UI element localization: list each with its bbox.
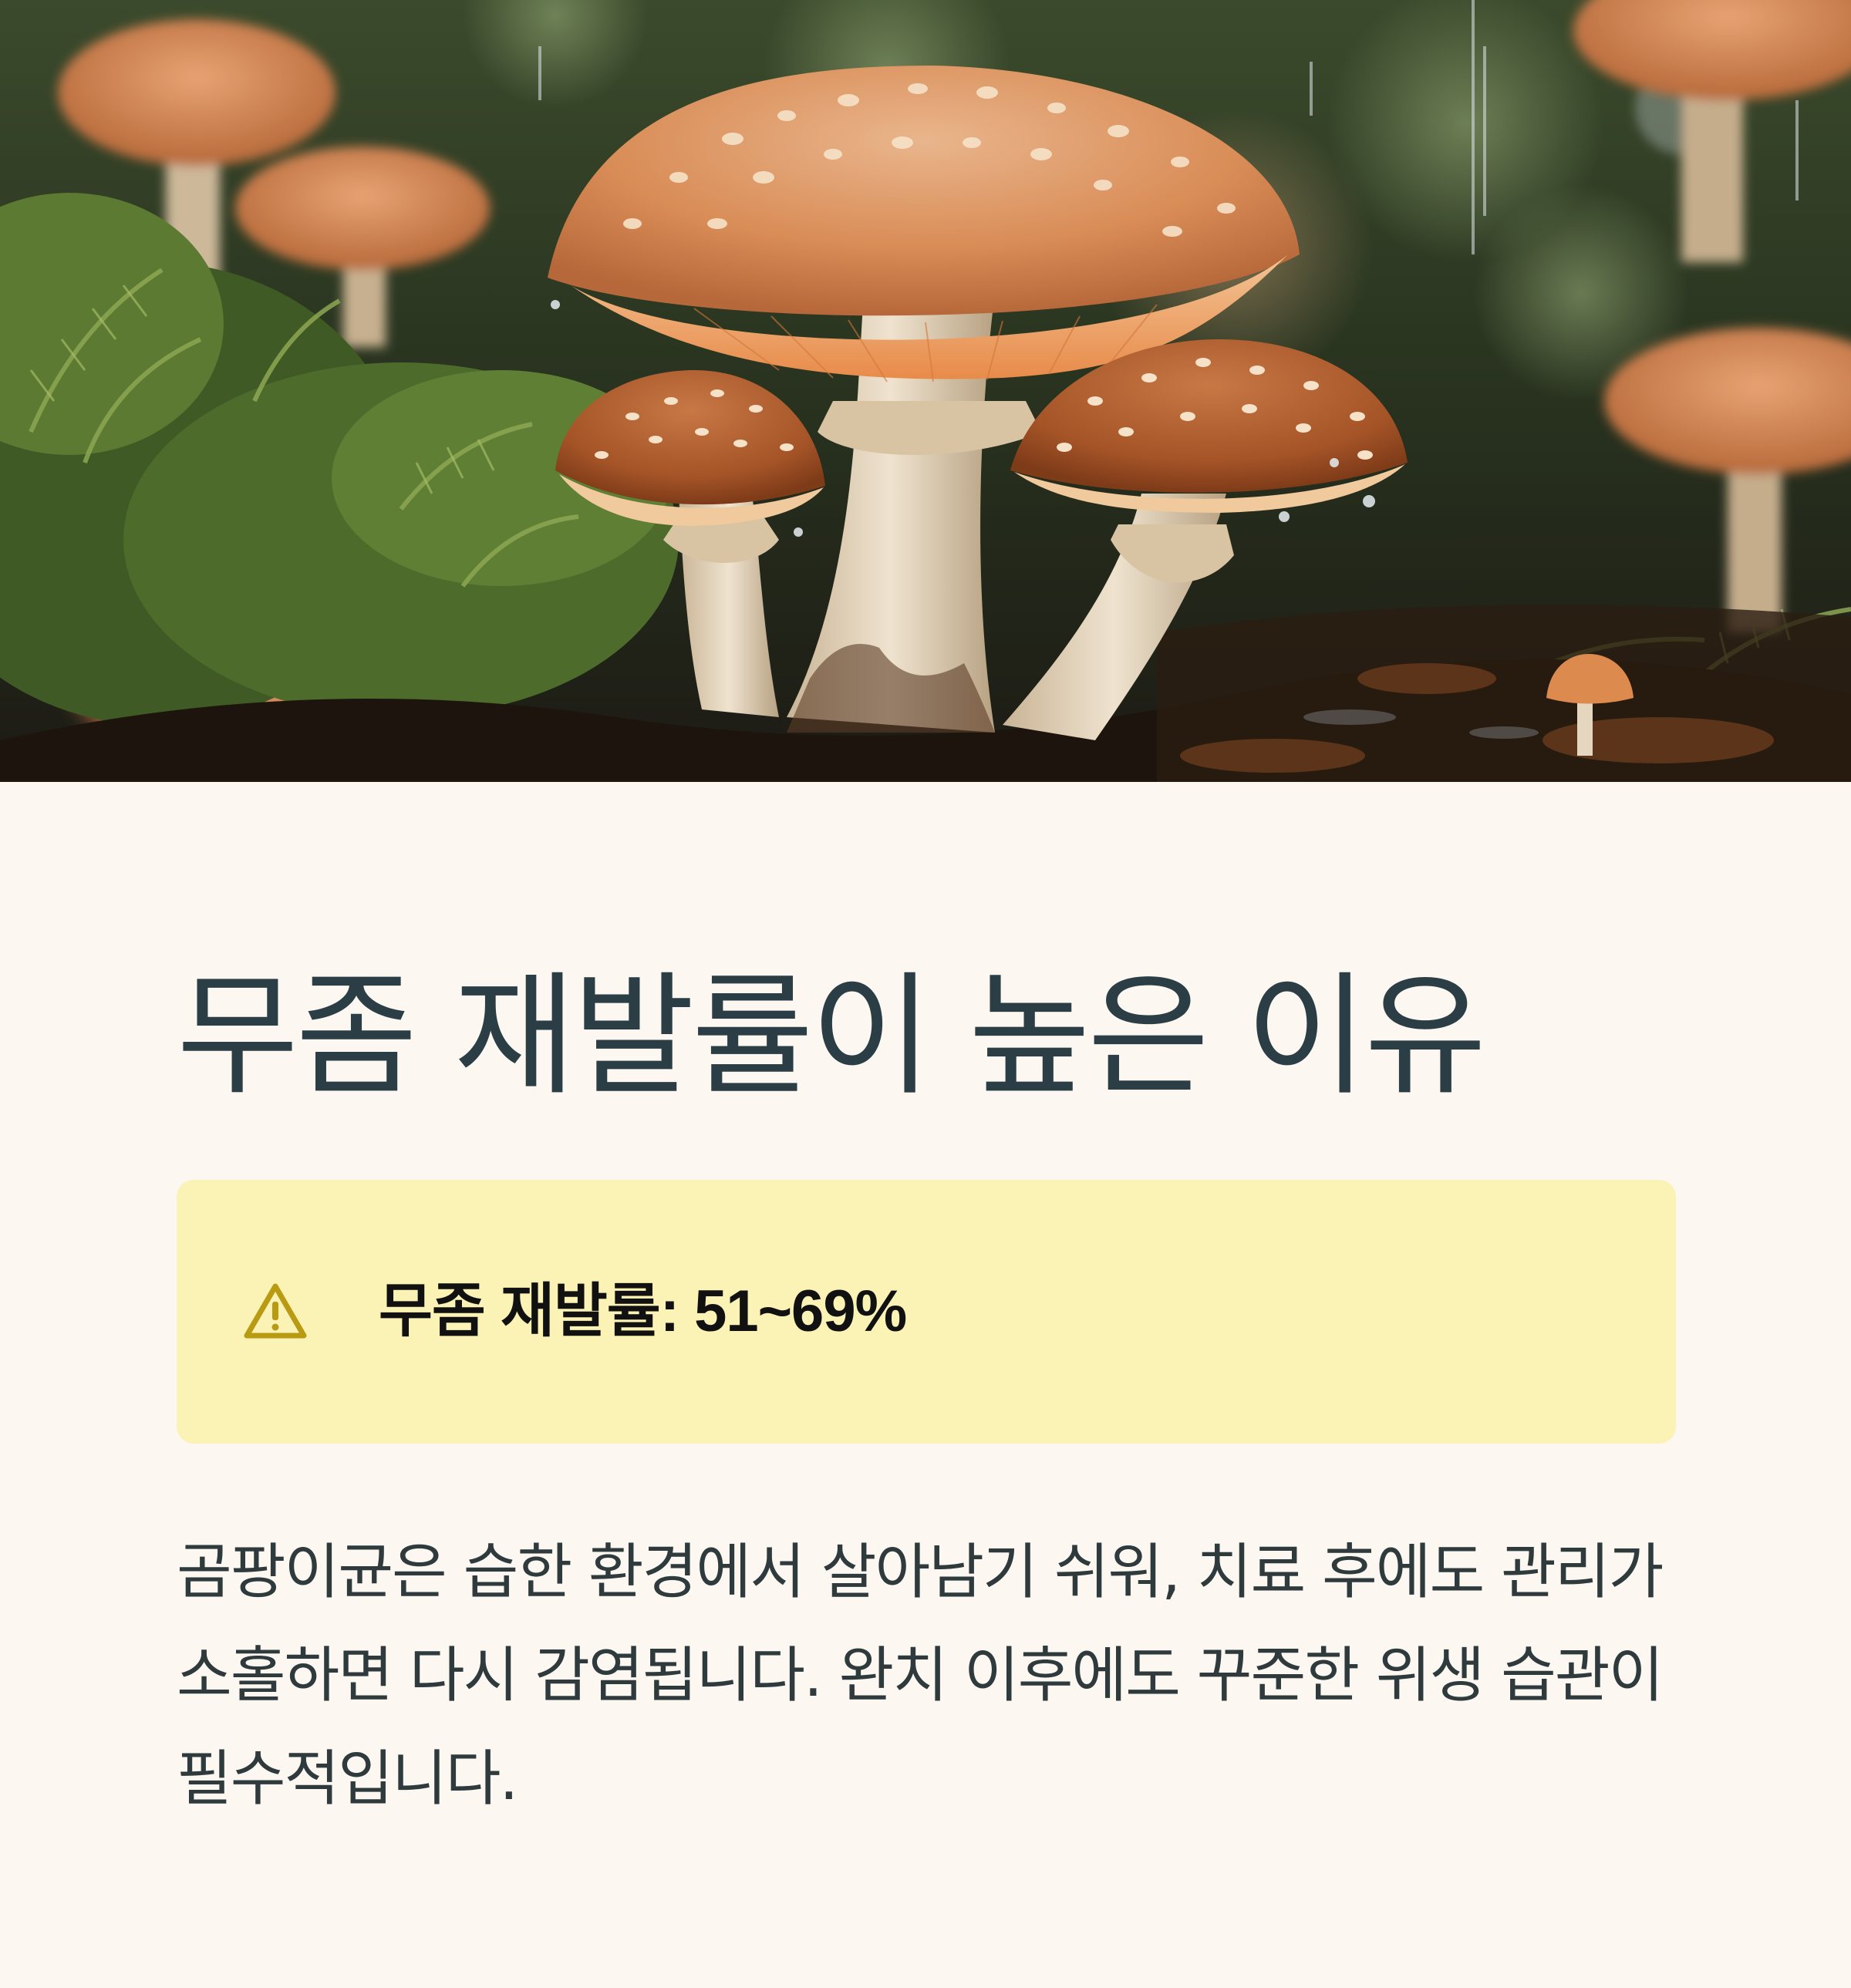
recurrence-rate-label: 무좀 재발률: 51~69% (379, 1279, 907, 1344)
hero-image (0, 0, 1851, 782)
body-paragraph: 곰팡이균은 습한 환경에서 살아남기 쉬워, 치료 후에도 관리가 소홀하면 다… (177, 1538, 1664, 1814)
page-title: 무좀 재발률이 높은 이유 (177, 959, 1486, 1114)
warning-triangle-icon (244, 1283, 307, 1339)
mushrooms-photo (0, 0, 1851, 782)
warning-callout: 무좀 재발률: 51~69% (177, 1180, 1676, 1444)
